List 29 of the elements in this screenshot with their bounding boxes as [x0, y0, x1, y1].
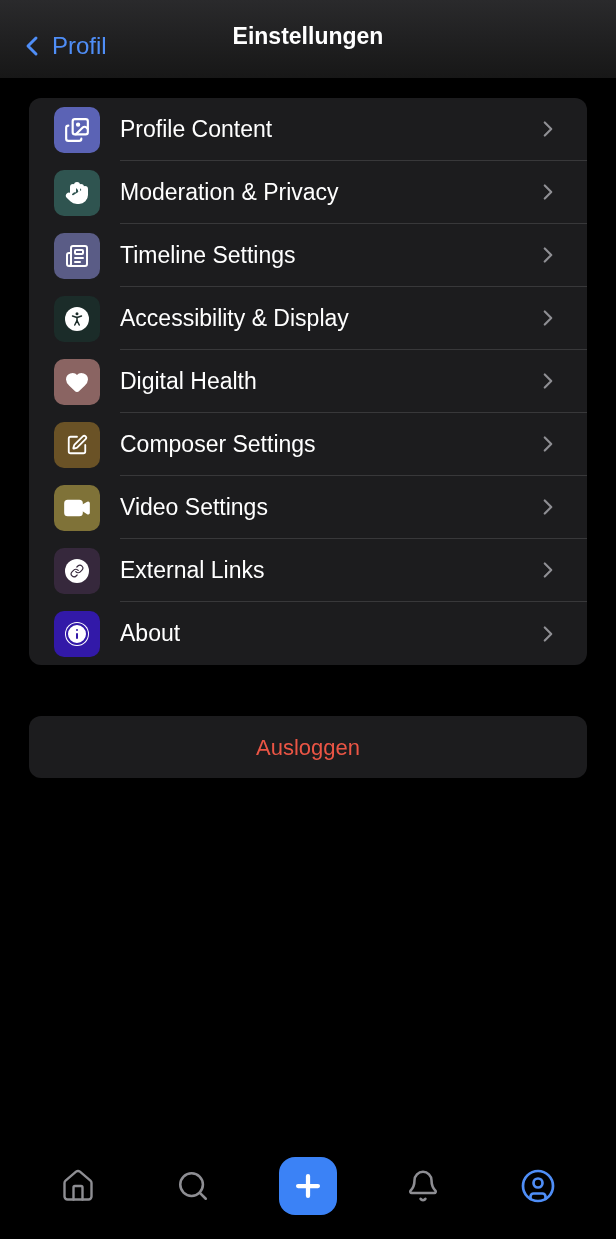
screen-title: Einstellungen	[232, 21, 384, 51]
setting-label: Timeline Settings	[120, 240, 297, 270]
setting-label: About	[120, 619, 182, 649]
logout-button[interactable]: Ausloggen	[29, 716, 587, 778]
settings-item[interactable]: Digital Health	[29, 350, 587, 413]
info-icon	[65, 621, 89, 646]
compose-button[interactable]	[278, 1157, 337, 1215]
link-icon	[65, 558, 89, 583]
settings-item[interactable]: Accessibility & Display	[29, 287, 587, 350]
setting-label: Video Settings	[120, 492, 269, 522]
setting-label: External Links	[120, 555, 266, 585]
setting-label: Profile Content	[120, 114, 274, 144]
compose-icon	[66, 433, 88, 456]
profile-icon	[520, 1168, 557, 1204]
setting-label: Accessibility & Display	[120, 303, 350, 333]
accessibility-icon	[65, 306, 89, 331]
setting-label: Digital Health	[120, 366, 258, 396]
settings-item[interactable]: Moderation & Privacy	[29, 161, 587, 224]
back-button[interactable]: Profil	[16, 28, 107, 64]
settings-item[interactable]: Video Settings	[29, 476, 587, 539]
settings-item[interactable]: About	[29, 602, 587, 665]
hand-icon	[65, 180, 89, 205]
settings-item[interactable]: Composer Settings	[29, 413, 587, 476]
settings-item[interactable]: Profile Content	[29, 98, 587, 161]
setting-label: Moderation & Privacy	[120, 177, 340, 207]
images-icon	[64, 116, 90, 143]
settings-item[interactable]: External Links	[29, 539, 587, 602]
setting-label: Composer Settings	[120, 429, 317, 459]
settings-item[interactable]: Timeline Settings	[29, 224, 587, 287]
